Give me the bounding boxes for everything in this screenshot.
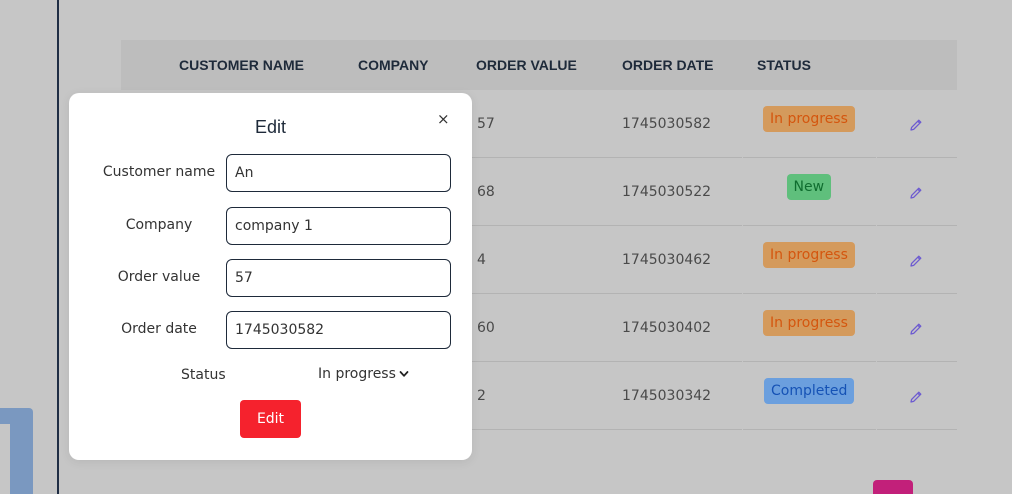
order-value-cell: 4: [477, 252, 486, 268]
pencil-icon[interactable]: [908, 117, 924, 133]
order-date-label: Order date: [121, 321, 197, 337]
company-input[interactable]: [226, 207, 451, 245]
pencil-icon[interactable]: [908, 389, 924, 405]
status-badge: New: [786, 174, 832, 200]
pencil-icon[interactable]: [908, 253, 924, 269]
order-date-cell: 1745030342: [622, 388, 712, 404]
order-value-cell: 68: [477, 184, 495, 200]
order-value-cell: 2: [477, 388, 486, 404]
status-badge: In progress: [763, 310, 855, 336]
status-label: Status: [181, 367, 226, 383]
status-badge: In progress: [763, 106, 855, 132]
header-order-value: ORDER VALUE: [476, 57, 577, 73]
header-status: STATUS: [757, 57, 811, 73]
status-selected-value: In progress: [318, 366, 396, 382]
header-order-date: ORDER DATE: [622, 57, 714, 73]
pencil-icon[interactable]: [908, 321, 924, 337]
pagination-active-page[interactable]: [873, 480, 913, 494]
sidebar-divider: [57, 0, 59, 494]
header-company: COMPANY: [358, 57, 429, 73]
status-select[interactable]: In progress: [318, 366, 409, 382]
status-badge: Completed: [764, 378, 855, 404]
order-date-cell: 1745030402: [622, 320, 712, 336]
close-icon[interactable]: ×: [437, 110, 450, 128]
order-value-cell: 57: [477, 116, 495, 132]
company-label: Company: [125, 217, 193, 233]
order-date-input[interactable]: [226, 311, 451, 349]
pencil-icon[interactable]: [908, 185, 924, 201]
customer-name-label: Customer name: [102, 164, 216, 180]
order-value-cell: 60: [477, 320, 495, 336]
modal-title: Edit: [254, 117, 287, 137]
chevron-down-icon: [399, 371, 409, 377]
sidebar-card: [0, 408, 33, 494]
order-date-cell: 1745030522: [622, 184, 712, 200]
order-value-label: Order value: [117, 269, 201, 285]
status-badge: In progress: [763, 242, 855, 268]
table-header: CUSTOMER NAME COMPANY ORDER VALUE ORDER …: [121, 40, 957, 90]
edit-modal: Edit × Customer name Company Order value…: [69, 93, 472, 460]
order-date-cell: 1745030462: [622, 252, 712, 268]
order-value-input[interactable]: [226, 259, 451, 297]
edit-submit-button[interactable]: Edit: [240, 400, 301, 438]
order-date-cell: 1745030582: [622, 116, 712, 132]
customer-name-input[interactable]: [226, 154, 451, 192]
header-customer-name: CUSTOMER NAME: [179, 57, 304, 73]
